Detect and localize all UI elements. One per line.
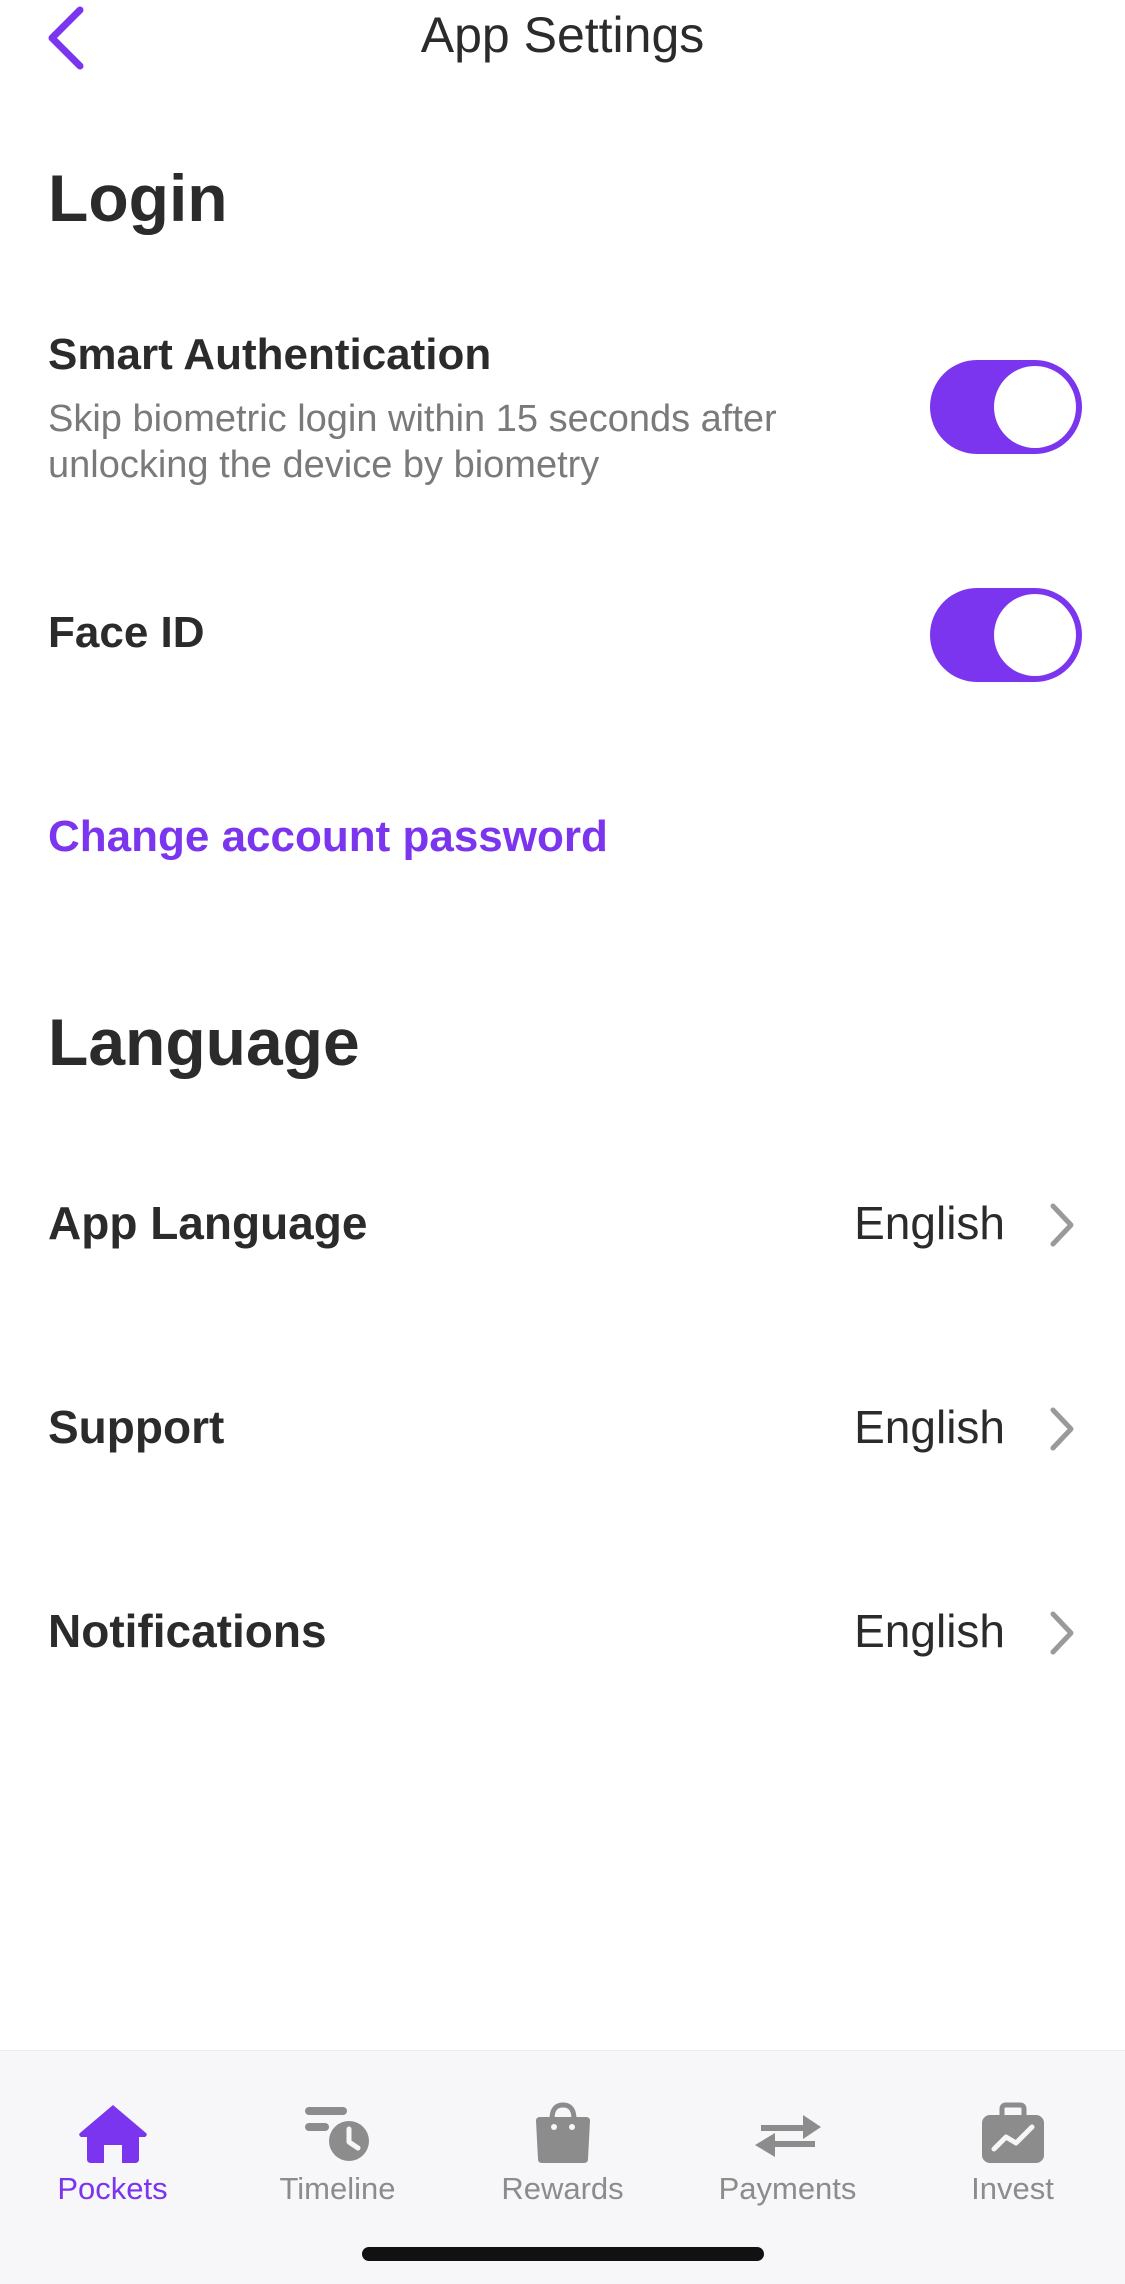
tab-timeline[interactable]: Timeline xyxy=(225,2051,450,2231)
timeline-clock-icon xyxy=(301,2101,375,2165)
tab-label: Timeline xyxy=(279,2171,396,2206)
chevron-right-icon xyxy=(1047,1200,1077,1250)
tab-pockets[interactable]: Pockets xyxy=(0,2051,225,2231)
tab-payments[interactable]: Payments xyxy=(675,2051,900,2231)
home-icon xyxy=(76,2101,150,2165)
row-value: English xyxy=(854,1197,1005,1249)
login-heading: Login xyxy=(48,161,228,235)
app-language-row[interactable]: App Language English xyxy=(0,1164,1125,1284)
toggle-knob xyxy=(994,594,1076,676)
tab-rewards[interactable]: Rewards xyxy=(450,2051,675,2231)
toggle-knob xyxy=(994,366,1076,448)
smart-authentication-toggle[interactable] xyxy=(930,360,1082,454)
smart-authentication-description: Skip biometric login within 15 seconds a… xyxy=(48,398,777,486)
tab-label: Pockets xyxy=(57,2171,168,2206)
home-indicator xyxy=(362,2247,764,2261)
language-heading: Language xyxy=(48,1005,360,1079)
tab-label: Rewards xyxy=(501,2171,624,2206)
briefcase-chart-icon xyxy=(976,2101,1050,2165)
row-label: Support xyxy=(48,1401,225,1453)
row-value: English xyxy=(854,1401,1005,1453)
transfer-arrows-icon xyxy=(751,2101,825,2165)
chevron-right-icon xyxy=(1047,1404,1077,1454)
top-bar: App Settings xyxy=(0,0,1125,80)
support-row[interactable]: Support English xyxy=(0,1368,1125,1488)
notifications-row[interactable]: Notifications English xyxy=(0,1572,1125,1692)
tab-label: Invest xyxy=(971,2171,1054,2206)
app-settings-screen: App Settings Login Smart Authentication … xyxy=(0,0,1125,2284)
tab-invest[interactable]: Invest xyxy=(900,2051,1125,2231)
row-label: Notifications xyxy=(48,1605,327,1657)
shopping-bag-icon xyxy=(526,2101,600,2165)
face-id-toggle[interactable] xyxy=(930,588,1082,682)
change-password-link[interactable]: Change account password xyxy=(48,812,608,862)
row-label: App Language xyxy=(48,1197,368,1249)
chevron-right-icon xyxy=(1047,1608,1077,1658)
tab-label: Payments xyxy=(718,2171,857,2206)
page-title: App Settings xyxy=(420,7,705,63)
row-value: English xyxy=(854,1605,1005,1657)
